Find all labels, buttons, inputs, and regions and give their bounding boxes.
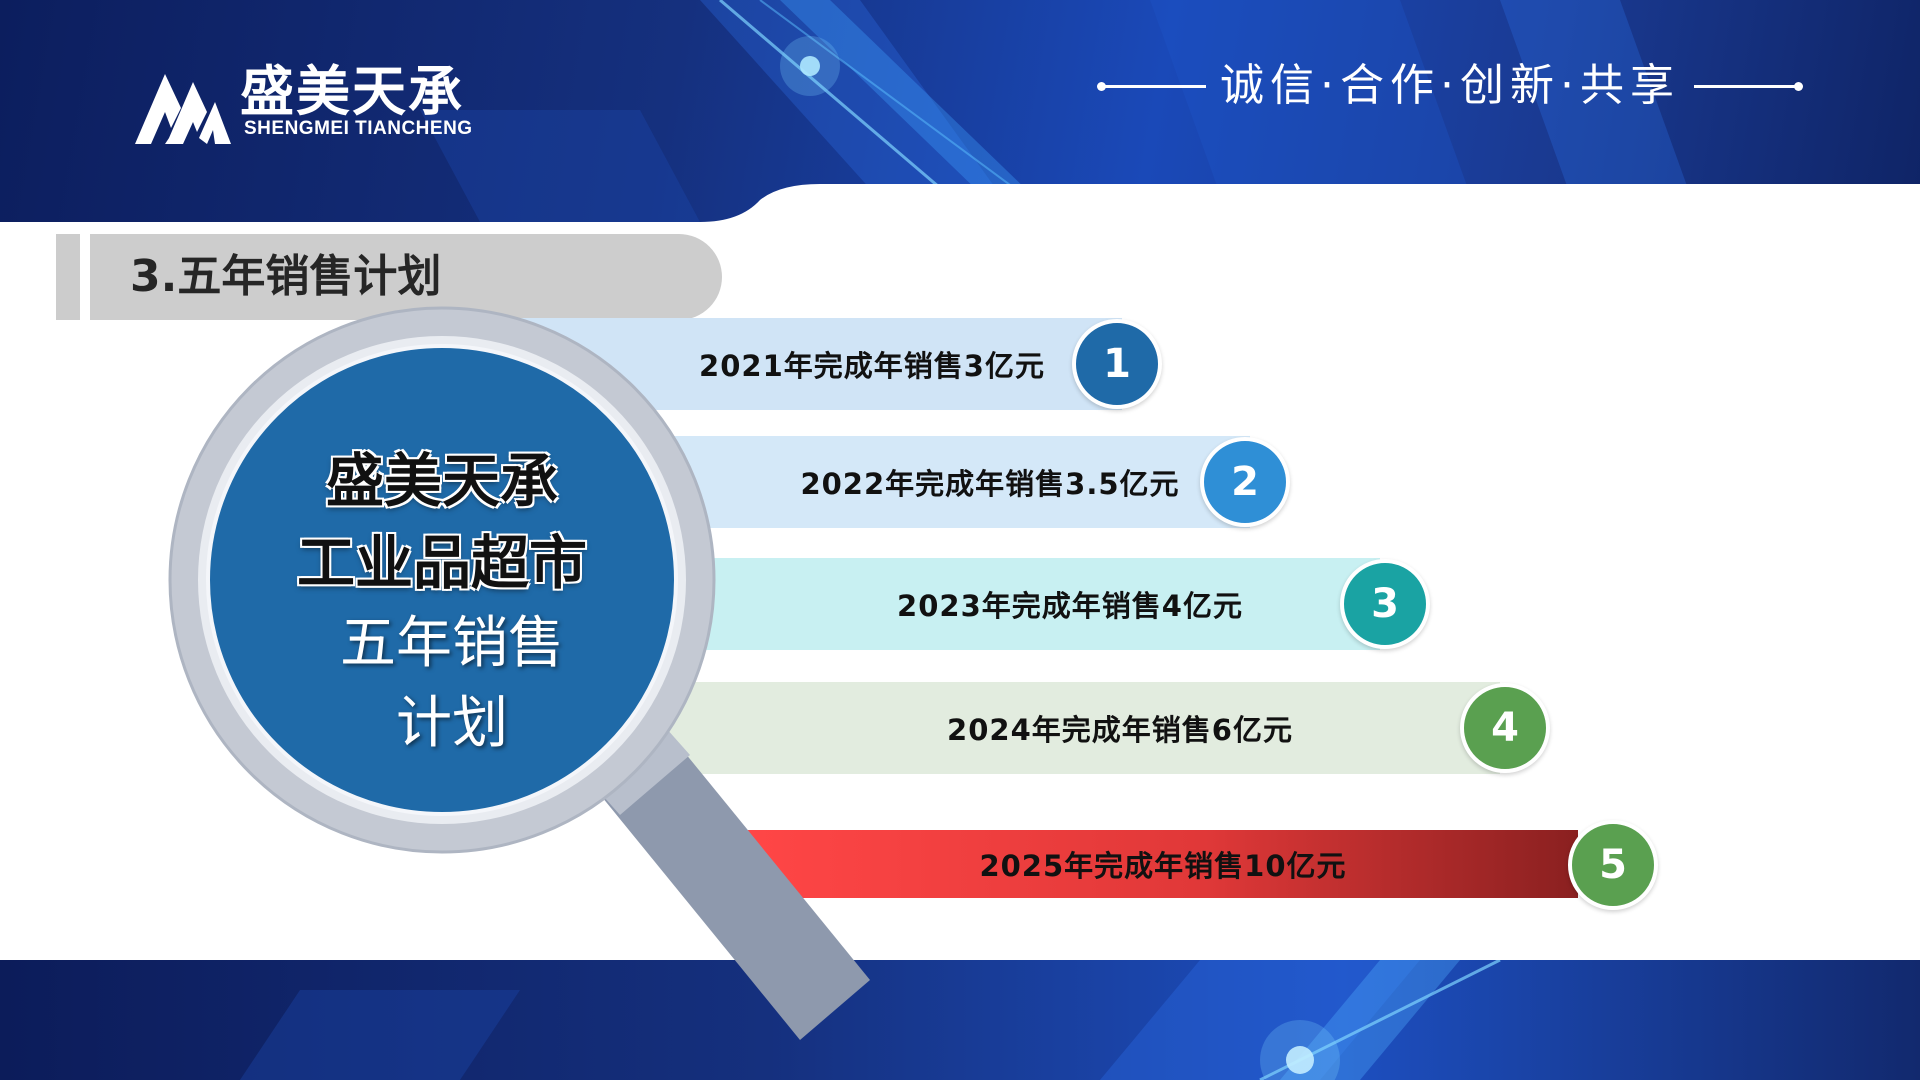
plan-number-3: 3 <box>1340 559 1430 649</box>
magnifier-line-market: 工业品超市 <box>296 529 587 597</box>
plan-number-2: 2 <box>1200 437 1290 527</box>
plan-item-text: 2024年完成年销售6亿元 <box>947 713 1293 747</box>
plan-item-text: 2025年完成年销售10亿元 <box>979 849 1347 883</box>
logo-mark-icon <box>135 74 231 144</box>
logo-chinese-name: 盛美天承 <box>240 60 464 123</box>
slogan-line-right <box>1693 81 1803 91</box>
slogan-text: 诚信·合作·创新·共享 <box>1220 60 1680 111</box>
section-title-accent <box>56 234 80 320</box>
magnifier-line-sales: 五年销售 <box>340 611 564 676</box>
magnifier-line-company: 盛美天承 <box>325 447 558 515</box>
slogan: 诚信·合作·创新·共享 <box>1070 54 1830 118</box>
logo-english-name: SHENGMEI TIANCHENG <box>244 118 473 139</box>
plan-number-5: 5 <box>1568 820 1658 910</box>
plan-item-text: 2023年完成年销售4亿元 <box>897 589 1243 623</box>
magnifier-text: 盛美天承 工业品超市 五年销售 计划 <box>222 440 662 764</box>
slogan-line-left <box>1097 81 1207 91</box>
magnifier-line-plan: 计划 <box>396 691 508 756</box>
plan-number-1: 1 <box>1072 319 1162 409</box>
plan-number-4: 4 <box>1460 683 1550 773</box>
